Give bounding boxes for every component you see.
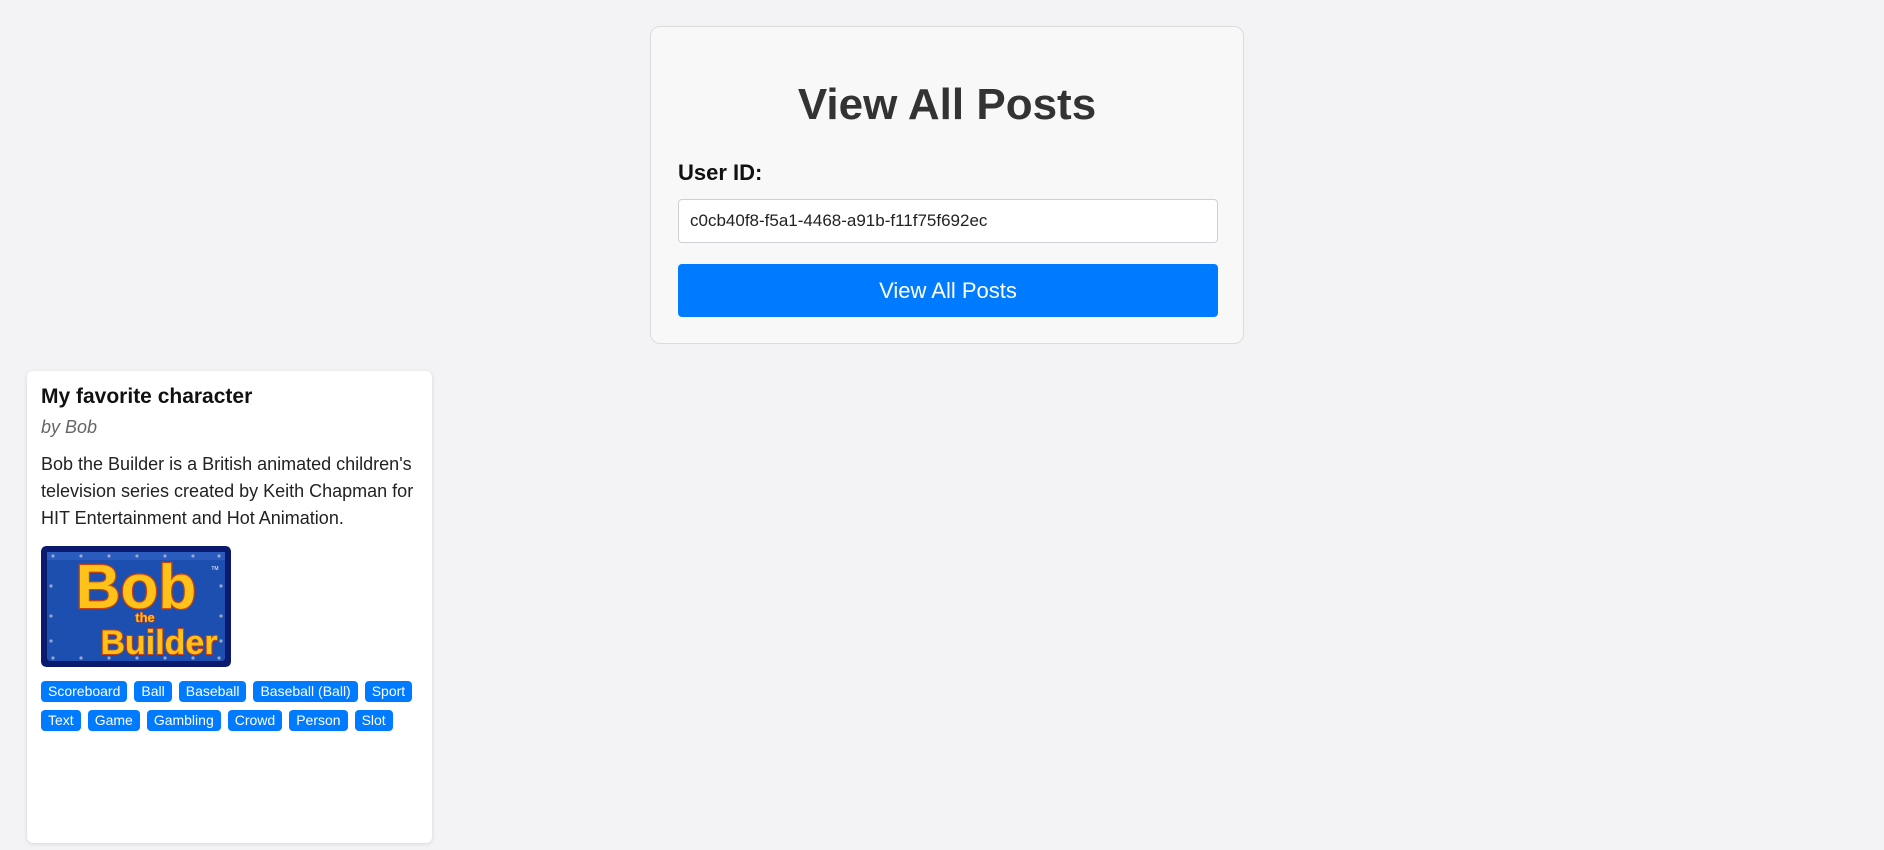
bob-the-builder-logo-image: Bob the Builder TM [41,546,231,668]
post-author: by Bob [41,417,98,438]
user-id-input[interactable] [678,199,1218,243]
tag-badge: Person [289,710,348,732]
tag-badge: Crowd [227,710,283,732]
tag-badge: Baseball (Ball) [253,681,358,703]
tag-badge: Text [41,710,81,732]
logo-word-builder: Builder [100,624,217,662]
tag-badge: Ball [134,681,172,703]
logo-word-the: the [135,610,155,625]
tag-badge: Game [87,710,140,732]
page-title: View All Posts [797,80,1097,129]
post-tags: Scoreboard Ball Baseball Baseball (Ball) Spo… [41,681,418,732]
logo-trademark: TM [211,566,218,572]
tag-badge: Baseball [178,681,247,703]
view-all-posts-button[interactable]: View All Posts [678,264,1218,317]
view-posts-form: View All Posts User ID: View All Posts [650,26,1244,344]
post-title: My favorite character [41,385,253,408]
tag-badge: Sport [364,681,413,703]
user-id-label: User ID: [678,160,763,185]
post-body: Bob the Builder is a British animated ch… [41,454,414,529]
tag-badge: Slot [354,710,393,732]
post-card: My favorite character by Bob Bob the Bui… [27,371,432,843]
tag-badge: Scoreboard [41,681,128,703]
tag-badge: Gambling [146,710,221,732]
